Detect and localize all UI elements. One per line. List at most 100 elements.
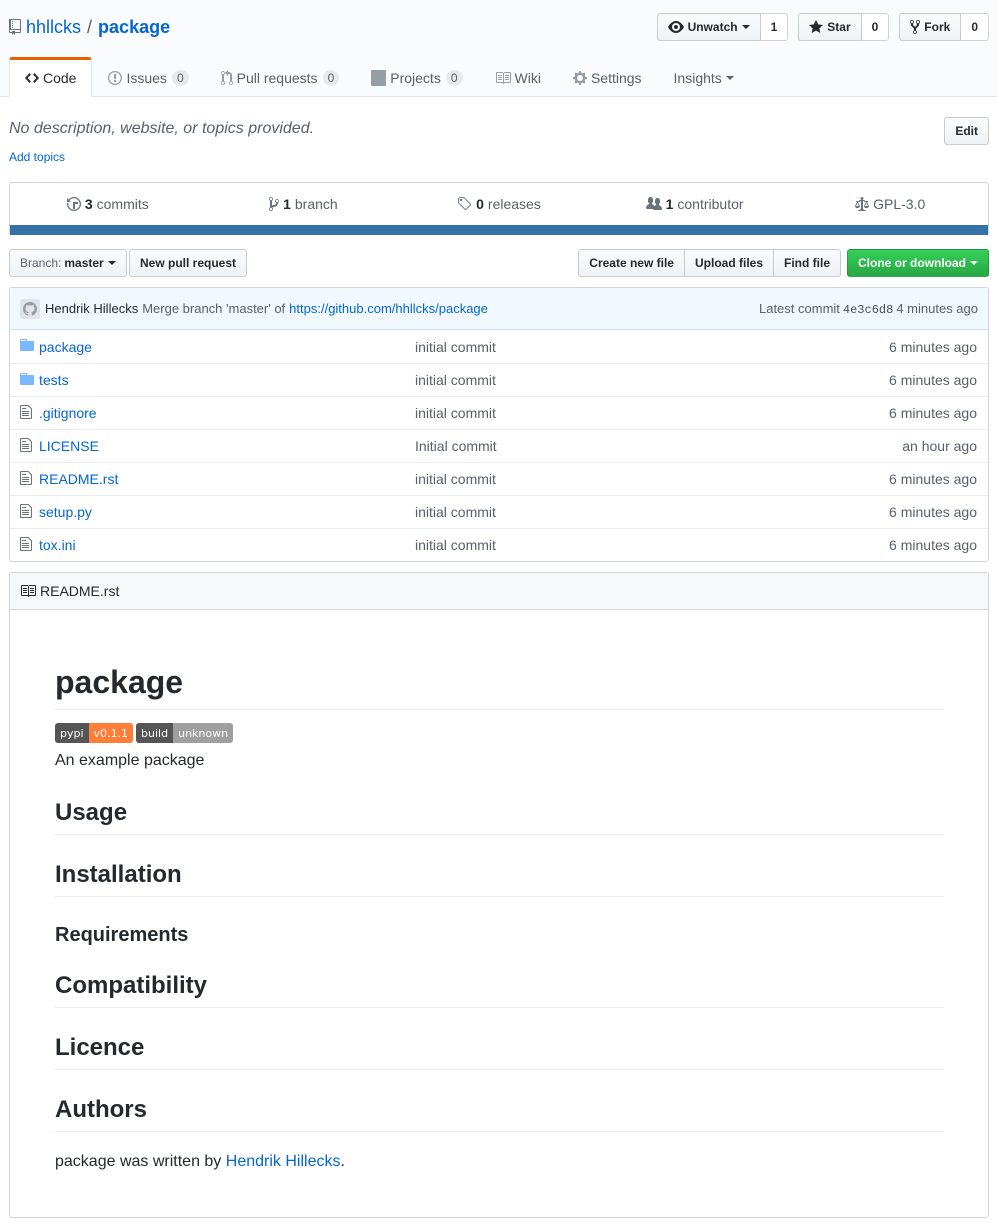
branch-select-label: Branch:: [20, 256, 62, 270]
pull-request-icon: [220, 70, 233, 86]
file-name-link[interactable]: package: [39, 339, 415, 355]
find-file-button[interactable]: Find file: [773, 249, 841, 277]
unwatch-button[interactable]: Unwatch: [656, 13, 761, 41]
repo-owner-link[interactable]: hhllcks: [26, 16, 81, 38]
table-row: LICENSE Initial commit an hour ago: [10, 429, 988, 462]
file-age: 6 minutes ago: [889, 338, 977, 355]
badges: pypi v0.1.1 build unknown: [55, 723, 236, 743]
commit-sha[interactable]: 4e3c6d8: [843, 303, 893, 317]
releases-summary[interactable]: 0 releases: [401, 196, 597, 212]
table-row: tox.ini initial commit 6 minutes ago: [10, 528, 988, 561]
tab-pull-requests[interactable]: Pull requests 0: [205, 57, 356, 97]
clone-or-download-button[interactable]: Clone or download: [847, 249, 989, 277]
avatar[interactable]: [20, 298, 40, 319]
file-name-link[interactable]: setup.py: [39, 504, 415, 520]
authors-paragraph: package was written by Hendrik Hillecks.: [55, 1150, 345, 1174]
tab-settings[interactable]: Settings: [557, 57, 658, 97]
file-commit-message[interactable]: initial commit: [415, 405, 788, 421]
branch-summary[interactable]: 1 branch: [206, 196, 402, 212]
commits-count: 3: [84, 196, 93, 212]
add-topics-link[interactable]: Add topics: [9, 150, 65, 164]
latest-commit-label: Latest commit: [758, 300, 840, 316]
author-link[interactable]: Hendrik Hillecks: [226, 1153, 341, 1170]
build-badge[interactable]: build unknown: [136, 723, 234, 743]
star-button[interactable]: Star: [798, 13, 862, 41]
star-label: Star: [827, 20, 851, 34]
commit-author[interactable]: Hendrik Hillecks: [45, 301, 138, 316]
license-summary[interactable]: GPL-3.0: [792, 196, 988, 212]
fork-count[interactable]: 0: [961, 13, 989, 41]
file-commit-message[interactable]: initial commit: [415, 339, 788, 355]
authors-end: .: [340, 1153, 345, 1170]
file-commit-message[interactable]: Initial commit: [415, 438, 788, 454]
book-icon: [495, 70, 511, 86]
file-name-link[interactable]: tox.ini: [39, 537, 415, 553]
file-name-link[interactable]: .gitignore: [39, 405, 415, 421]
file-age: 6 minutes ago: [889, 405, 977, 421]
edit-button[interactable]: Edit: [944, 117, 989, 145]
branch-label: branch: [294, 196, 338, 212]
table-row: package initial commit 6 minutes ago: [10, 330, 988, 363]
projects-counter: 0: [445, 70, 463, 86]
file-commit-message[interactable]: initial commit: [415, 537, 788, 553]
numbers-summary: 3 commits 1 branch 0 releases 1 contribu…: [9, 182, 989, 235]
watch-group: Unwatch 1: [656, 13, 789, 41]
file-name-link[interactable]: LICENSE: [39, 438, 415, 454]
tab-pull-requests-label: Pull requests: [236, 70, 318, 86]
tag-icon: [457, 196, 472, 212]
language-bar[interactable]: [10, 225, 988, 235]
branch-icon: [269, 196, 280, 212]
badge-right: unknown: [173, 723, 234, 743]
readme-title: package: [55, 662, 944, 710]
file-commit-message[interactable]: initial commit: [415, 504, 788, 520]
authors-text: package was written by: [55, 1153, 222, 1170]
pypi-badge[interactable]: pypi v0.1.1: [55, 723, 134, 743]
book-icon: [20, 583, 36, 599]
repo-header: hhllcks / package Unwatch 1 Star 0 Fork …: [0, 0, 997, 97]
file-name-link[interactable]: README.rst: [39, 471, 415, 487]
star-icon: [809, 19, 824, 35]
commit-link[interactable]: https://github.com/hhllcks/package: [289, 301, 488, 316]
repo-separator: /: [87, 17, 93, 37]
project-icon: [371, 70, 387, 86]
file-commit-message[interactable]: initial commit: [415, 372, 788, 388]
watch-count[interactable]: 1: [760, 13, 789, 41]
tab-wiki[interactable]: Wiki: [479, 57, 557, 97]
fork-button[interactable]: Fork: [899, 13, 962, 41]
people-icon: [645, 196, 662, 212]
branch-select-value: master: [64, 256, 104, 270]
branch-select-button[interactable]: Branch: master: [9, 249, 127, 277]
readme-panel: README.rst package pypi v0.1.1 build unk…: [9, 572, 989, 1218]
repo-title: hhllcks / package: [9, 16, 170, 38]
tab-insights-label: Insights: [673, 70, 722, 86]
contributors-summary[interactable]: 1 contributor: [597, 196, 793, 212]
commits-summary[interactable]: 3 commits: [10, 196, 206, 212]
table-row: .gitignore initial commit 6 minutes ago: [10, 396, 988, 429]
table-row: tests initial commit 6 minutes ago: [10, 363, 988, 396]
file-name-link[interactable]: tests: [39, 372, 415, 388]
folder-icon: [10, 337, 39, 356]
tab-code[interactable]: Code: [9, 57, 93, 97]
upload-files-button[interactable]: Upload files: [683, 249, 774, 277]
gear-icon: [572, 70, 587, 86]
badge-left: pypi: [55, 723, 89, 743]
create-new-file-button[interactable]: Create new file: [578, 249, 685, 277]
heading-usage: Usage: [55, 798, 944, 835]
repo-name-link[interactable]: package: [98, 16, 170, 38]
pagehead-actions: Unwatch 1 Star 0 Fork 0: [647, 13, 989, 41]
eye-icon: [667, 19, 684, 35]
tab-insights[interactable]: Insights: [658, 57, 750, 97]
tab-projects[interactable]: Projects 0: [355, 57, 478, 97]
file-icon: [10, 470, 39, 489]
releases-label: releases: [487, 196, 541, 212]
commit-message[interactable]: Merge branch 'master' of: [142, 301, 285, 316]
new-pull-request-button[interactable]: New pull request: [129, 249, 248, 277]
star-count[interactable]: 0: [861, 13, 890, 41]
file-commit-message[interactable]: initial commit: [415, 471, 788, 487]
repo-nav: Code Issues 0 Pull requests 0 Projects 0: [9, 57, 750, 97]
fork-label: Fork: [924, 20, 951, 34]
tab-wiki-label: Wiki: [514, 70, 541, 86]
chevron-down-icon: [741, 25, 750, 29]
tab-issues[interactable]: Issues 0: [92, 57, 204, 97]
fork-group: Fork 0: [899, 13, 989, 41]
